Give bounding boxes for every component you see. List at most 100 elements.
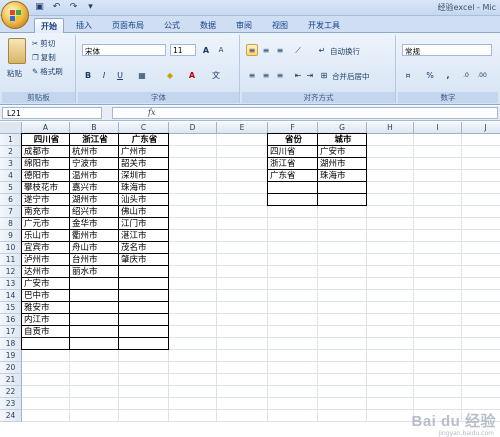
align-left-icon[interactable]: ≡ xyxy=(246,69,258,81)
brush-icon: ✎ xyxy=(32,67,39,76)
align-center-icon[interactable]: ≡ xyxy=(260,69,272,81)
row-header-14[interactable]: 14 xyxy=(0,290,22,302)
row-header-19[interactable]: 19 xyxy=(0,350,22,362)
row-header-24[interactable]: 24 xyxy=(0,410,22,422)
shrink-font-button[interactable]: A xyxy=(215,44,227,56)
tab-data[interactable]: 数据 xyxy=(194,18,222,33)
row-header-9[interactable]: 9 xyxy=(0,230,22,242)
row-header-1[interactable]: 1 xyxy=(0,134,22,146)
row-header-20[interactable]: 20 xyxy=(0,362,22,374)
phonetic-icon[interactable]: 文 xyxy=(210,69,222,81)
worksheet-grid[interactable]: A B C D E F G H I J 1 2 3 4 5 6 7 8 9 10 11 12 13 14 15 16 17 18 19 2… xyxy=(0,122,500,437)
decrease-decimal-icon[interactable]: .00 xyxy=(476,69,488,81)
align-bottom-icon[interactable]: ≡ xyxy=(274,44,286,56)
bold-button[interactable]: B xyxy=(82,69,94,81)
table-border xyxy=(21,145,169,146)
formula-input[interactable] xyxy=(112,107,498,119)
percent-button[interactable]: % xyxy=(424,69,436,81)
paste-button[interactable] xyxy=(8,38,26,64)
row-header-8[interactable]: 8 xyxy=(0,218,22,230)
select-all-corner[interactable] xyxy=(0,122,22,134)
copy-icon: ❐ xyxy=(32,53,39,62)
tab-insert[interactable]: 插入 xyxy=(70,18,98,33)
row-header-3[interactable]: 3 xyxy=(0,158,22,170)
column-header-i[interactable]: I xyxy=(414,122,462,134)
gridline xyxy=(461,134,462,422)
row-header-15[interactable]: 15 xyxy=(0,302,22,314)
row-header-16[interactable]: 16 xyxy=(0,314,22,326)
increase-decimal-icon[interactable]: .0 xyxy=(460,69,472,81)
increase-indent-icon[interactable]: ⇥ xyxy=(304,69,316,81)
row-header-11[interactable]: 11 xyxy=(0,254,22,266)
table-border xyxy=(366,133,367,206)
column-header-e[interactable]: E xyxy=(217,122,268,134)
currency-icon[interactable]: ¤ xyxy=(402,69,414,81)
italic-button[interactable]: I xyxy=(98,69,110,81)
font-size-select[interactable]: 11 xyxy=(170,44,196,56)
clipboard-group: 粘贴 ✂ 剪切 ❐ 复制 ✎ 格式刷 剪贴板 xyxy=(2,35,76,103)
align-right-icon[interactable]: ≡ xyxy=(274,69,286,81)
wrap-text-button[interactable]: 自动换行 xyxy=(330,46,360,57)
row-header-4[interactable]: 4 xyxy=(0,170,22,182)
tab-view[interactable]: 视图 xyxy=(266,18,294,33)
font-color-icon[interactable]: A xyxy=(186,69,198,81)
gridline xyxy=(413,134,414,422)
borders-icon[interactable]: ▦ xyxy=(136,69,148,81)
row-header-12[interactable]: 12 xyxy=(0,266,22,278)
office-button[interactable] xyxy=(1,1,29,29)
row-header-22[interactable]: 22 xyxy=(0,386,22,398)
redo-icon[interactable]: ↷ xyxy=(68,2,79,12)
underline-button[interactable]: U xyxy=(114,69,126,81)
table-border xyxy=(21,133,22,350)
row-header-21[interactable]: 21 xyxy=(0,374,22,386)
comma-button[interactable]: , xyxy=(442,69,454,81)
tab-home[interactable]: 开始 xyxy=(34,18,64,33)
copy-button[interactable]: ❐ 复制 xyxy=(32,52,56,63)
table-border xyxy=(21,325,169,326)
cut-button[interactable]: ✂ 剪切 xyxy=(32,38,55,49)
row-header-13[interactable]: 13 xyxy=(0,278,22,290)
scissors-icon: ✂ xyxy=(32,39,39,48)
row-header-17[interactable]: 17 xyxy=(0,326,22,338)
font-name-select[interactable]: 宋体 xyxy=(82,44,166,56)
table-border xyxy=(21,133,169,134)
row-header-5[interactable]: 5 xyxy=(0,182,22,194)
fx-icon[interactable]: fx xyxy=(148,108,155,117)
column-header-j[interactable]: J xyxy=(462,122,500,134)
table-border xyxy=(21,313,169,314)
table-border xyxy=(118,133,119,350)
row-header-18[interactable]: 18 xyxy=(0,338,22,350)
tab-developer[interactable]: 开发工具 xyxy=(302,18,346,33)
row-header-6[interactable]: 6 xyxy=(0,194,22,206)
merge-center-button[interactable]: 合并后居中 xyxy=(332,71,370,82)
gridline xyxy=(22,385,500,386)
customize-icon[interactable]: ▾ xyxy=(85,2,96,12)
column-header-h[interactable]: H xyxy=(367,122,414,134)
table-border xyxy=(21,241,169,242)
tab-formulas[interactable]: 公式 xyxy=(158,18,186,33)
decrease-indent-icon[interactable]: ⇤ xyxy=(292,69,304,81)
orientation-icon[interactable]: ⟋ xyxy=(292,44,304,56)
align-middle-icon[interactable]: ≡ xyxy=(260,44,272,56)
alignment-group: ≡ ≡ ≡ ⟋ ↵ 自动换行 ≡ ≡ ≡ ⇤ ⇥ ⊞ 合并后居中 对齐方式 xyxy=(242,35,396,103)
table-border xyxy=(21,337,169,338)
grow-font-button[interactable]: A xyxy=(200,44,212,56)
row-header-2[interactable]: 2 xyxy=(0,146,22,158)
fill-color-icon[interactable]: ◆ xyxy=(164,69,176,81)
tab-page-layout[interactable]: 页面布局 xyxy=(106,18,150,33)
merge-center-icon[interactable]: ⊞ xyxy=(318,69,330,81)
save-icon[interactable]: ▣ xyxy=(34,2,45,12)
row-header-10[interactable]: 10 xyxy=(0,242,22,254)
column-header-d[interactable]: D xyxy=(169,122,217,134)
table-border xyxy=(21,349,169,350)
format-painter-button[interactable]: ✎ 格式刷 xyxy=(32,66,63,77)
undo-icon[interactable]: ↶ xyxy=(51,2,62,12)
row-header-23[interactable]: 23 xyxy=(0,398,22,410)
wrap-text-icon[interactable]: ↵ xyxy=(316,44,328,56)
tab-review[interactable]: 审阅 xyxy=(230,18,258,33)
name-box[interactable]: L21 xyxy=(2,107,102,119)
number-format-select[interactable]: 常规 xyxy=(402,44,492,56)
align-top-icon[interactable]: ≡ xyxy=(246,44,258,56)
row-header-7[interactable]: 7 xyxy=(0,206,22,218)
font-group-label: 字体 xyxy=(78,92,239,103)
